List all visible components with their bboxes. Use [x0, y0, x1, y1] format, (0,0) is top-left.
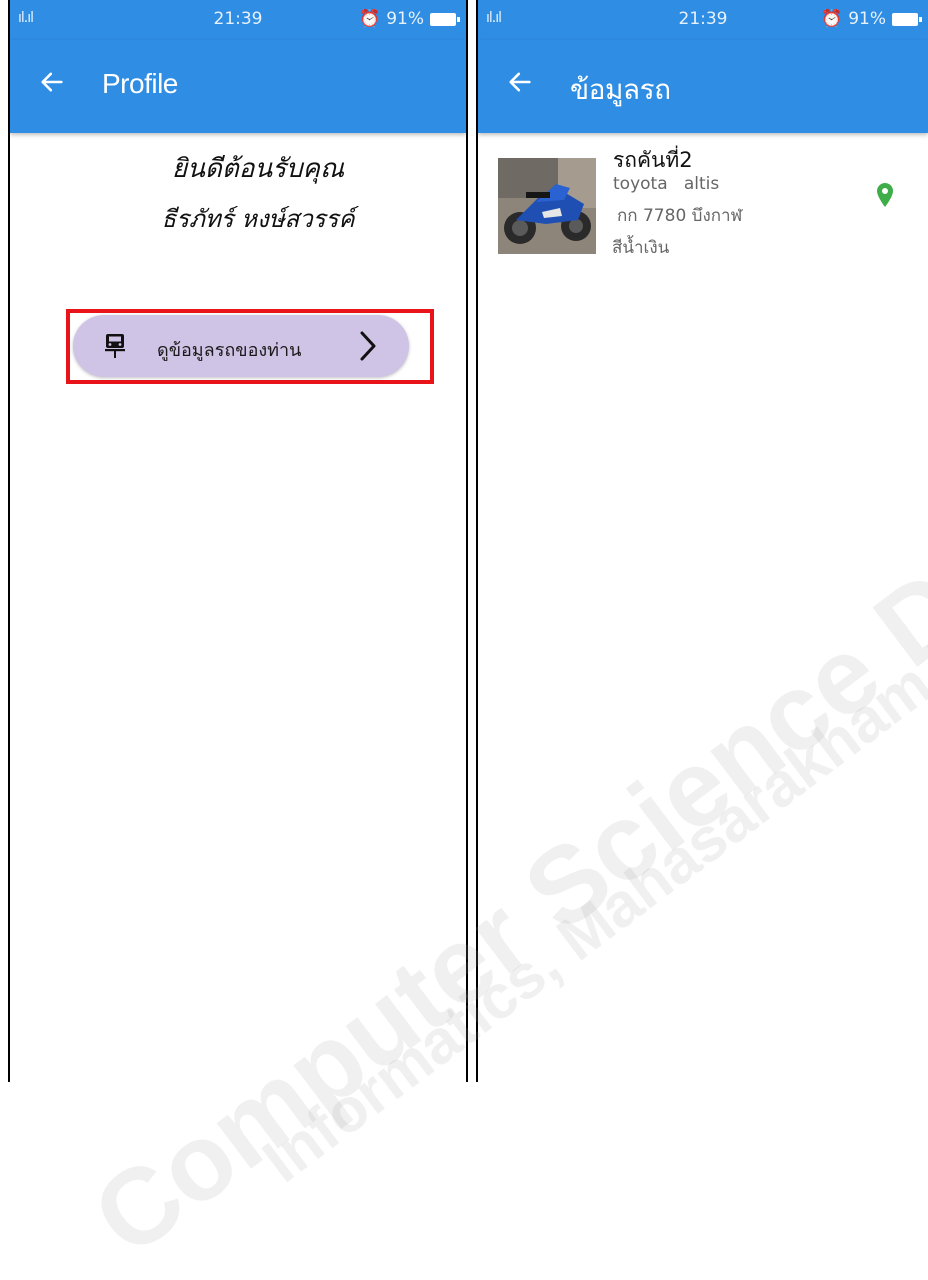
list-item[interactable]: รถคันที่2 toyota altis กก 7780 บึงกาฬ สี…	[478, 140, 928, 270]
back-arrow-icon[interactable]	[506, 68, 534, 96]
vehicle-plate: กก 7780 บึงกาฬ	[617, 206, 743, 226]
status-right: ⏰ 91%	[821, 9, 922, 29]
view-vehicle-info-button[interactable]: ดูข้อมูลรถของท่าน	[73, 315, 409, 377]
vehicle-brand-model: toyota altis	[613, 174, 720, 194]
back-arrow-icon[interactable]	[38, 68, 66, 96]
app-bar: Profile	[10, 40, 466, 133]
vehicle-color: สีน้ำเงิน	[612, 238, 670, 258]
page-title: Profile	[102, 68, 178, 99]
user-name: ธีรภัทร์ หงษ์สวรรค์	[161, 205, 355, 233]
welcome-greeting: ยินดีต้อนรับคุณ ธีรภัทร์ หงษ์สวรรค์	[10, 148, 466, 238]
location-pin-icon[interactable]	[876, 182, 894, 208]
battery-icon	[892, 12, 922, 26]
alarm-icon: ⏰	[359, 9, 381, 29]
status-right: ⏰ 91%	[359, 9, 460, 29]
vehicle-button-label: ดูข้อมูลรถของท่าน	[157, 340, 302, 361]
alarm-icon: ⏰	[821, 9, 843, 29]
page-title: ข้อมูลรถ	[570, 74, 671, 105]
vehicle-title: รถคันที่2	[613, 148, 693, 172]
status-bar: ıl.ıl 21:39 ⏰ 91%	[10, 0, 466, 40]
welcome-text: ยินดีต้อนรับคุณ	[171, 154, 345, 184]
battery-level: 91%	[386, 9, 424, 29]
battery-level: 91%	[848, 9, 886, 29]
profile-screen: ıl.ıl 21:39 ⏰ 91% Profile ยินดีต้อนรับคุ…	[8, 0, 468, 1082]
car-icon	[105, 334, 125, 358]
status-bar: ıl.ıl 21:39 ⏰ 91%	[478, 0, 928, 40]
chevron-right-icon	[360, 331, 376, 361]
vehicle-info-screen: ıl.ıl 21:39 ⏰ 91% ข้อมูลรถ รถคันที่2 toy…	[476, 0, 928, 1082]
battery-icon	[430, 12, 460, 26]
vehicle-photo	[498, 158, 596, 254]
app-bar: ข้อมูลรถ	[478, 40, 928, 133]
